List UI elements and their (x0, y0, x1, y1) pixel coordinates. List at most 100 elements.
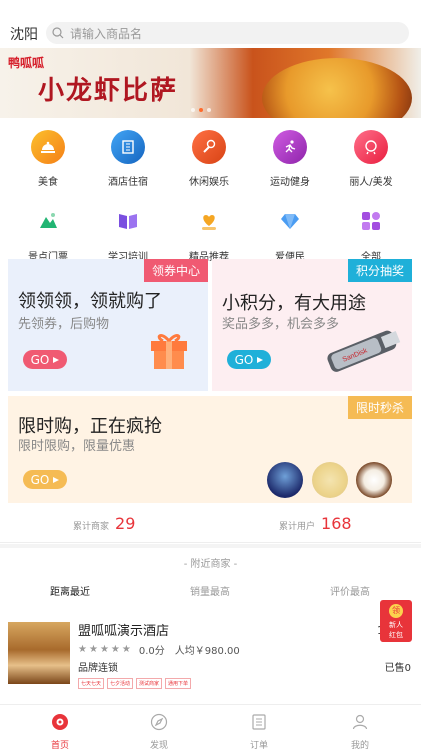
home-icon (52, 714, 68, 730)
food-icon (31, 130, 65, 164)
tab-label: 发现 (149, 741, 168, 749)
category-study[interactable]: 学习培训 (86, 204, 170, 263)
banner-pagination (191, 108, 211, 112)
coupon-title: 领领领，领就购了 (18, 291, 162, 312)
red-packet-line: 新人 (389, 621, 403, 629)
coupon-card[interactable]: 领券中心 领领领，领就购了 先领券，后购物 GO (8, 259, 208, 391)
flash-sale-tag: 限时秒杀 (347, 396, 412, 419)
scenic-icon (40, 213, 57, 228)
sort-sales-tab[interactable]: 销量最高 (190, 583, 230, 598)
merchants-stat: 累计商家 29 (73, 514, 135, 533)
business-name: 盟呱呱演示酒店 (78, 624, 170, 639)
star-icon: ★ (99, 644, 109, 655)
coupon-go-button[interactable]: GO (23, 350, 67, 369)
usb-drive-image: SanDisk (327, 330, 401, 372)
business-tags: 七天七天 七夕活动 测试商家 通用下单 (78, 678, 192, 689)
category-recommend[interactable]: 精品推荐 (167, 204, 251, 263)
order-icon (252, 714, 266, 730)
book-icon (119, 214, 137, 229)
tab-label: 订单 (249, 741, 268, 749)
list-item[interactable]: 盟呱呱演示酒店 11 ★ ★ ★ ★ ★ 0.0分 人均￥980.00 品牌连锁… (0, 610, 421, 690)
users-stat: 累计用户 168 (279, 514, 352, 533)
tab-label: 首页 (50, 741, 69, 749)
flash-sale-card[interactable]: 限时秒杀 限时购，正在疯抢 限时限购，限量优惠 GO (8, 396, 412, 503)
category-food[interactable]: 美食 (6, 130, 90, 188)
banner-dot-active[interactable] (199, 108, 203, 112)
flash-product-image[interactable] (312, 462, 348, 498)
play-icon (53, 476, 60, 483)
coin-icon: 领 (389, 604, 403, 618)
category-label: 运动健身 (270, 177, 310, 188)
star-icon: ★ (88, 644, 98, 655)
users-label: 累计用户 (279, 522, 316, 532)
category-all[interactable]: 全部 (329, 204, 413, 263)
heart-hand-icon (202, 215, 216, 230)
sort-rating-tab[interactable]: 评价最高 (330, 583, 370, 598)
rating-score: 0.0分 (138, 646, 165, 657)
section-divider (0, 544, 421, 548)
points-go-button[interactable]: GO (227, 350, 271, 369)
bottom-tab-bar: 首页 发现 订单 我的 (0, 704, 421, 749)
star-icon: ★ (110, 644, 120, 655)
rating-row: ★ ★ ★ ★ ★ 0.0分 人均￥980.00 (78, 642, 240, 657)
hotel-icon (111, 130, 145, 164)
diamond-heart-icon (281, 214, 299, 229)
user-icon (352, 714, 368, 730)
tab-orders[interactable]: 订单 (229, 713, 289, 749)
category-sports[interactable]: 运动健身 (248, 130, 332, 188)
tab-profile[interactable]: 我的 (330, 713, 390, 749)
category-label: 酒店住宿 (108, 177, 148, 188)
tab-discover[interactable]: 发现 (129, 713, 189, 749)
category-convenience[interactable]: 爱便民 (248, 204, 332, 263)
points-title: 小积分，有大用途 (222, 293, 366, 314)
new-user-red-packet[interactable]: 领 新人 红包 (380, 600, 412, 642)
category-hotel[interactable]: 酒店住宿 (86, 130, 170, 188)
promo-banner[interactable]: 鸭呱呱 小龙虾比萨 (0, 48, 421, 118)
banner-dot[interactable] (191, 108, 195, 112)
go-label: GO (234, 352, 254, 367)
pizza-image (262, 58, 412, 118)
flash-product-image[interactable] (356, 462, 392, 498)
tag-badge: 七夕活动 (107, 678, 134, 689)
flash-subtitle: 限时限购，限量优惠 (18, 439, 136, 454)
star-icon: ★ (121, 644, 131, 655)
go-label: GO (30, 472, 50, 487)
tag-badge: 测试商家 (136, 678, 163, 689)
compass-icon (150, 713, 168, 731)
banner-title: 小龙虾比萨 (38, 76, 179, 106)
brand-label: 品牌连锁 (78, 663, 118, 674)
points-lottery-tag: 积分抽奖 (347, 259, 412, 282)
sold-count: 已售0 (384, 663, 411, 674)
tag-badge: 七天七天 (78, 678, 105, 689)
search-input[interactable]: 请输入商品名 (46, 22, 409, 44)
beauty-icon (354, 130, 388, 164)
category-beauty[interactable]: 丽人/美发 (329, 130, 413, 188)
tag-badge: 通用下单 (165, 678, 192, 689)
sort-tabs: 距离最近 销量最高 评价最高 (0, 583, 421, 598)
category-label: 休闲娱乐 (189, 177, 229, 188)
tab-label: 我的 (350, 741, 369, 749)
grid-icon (362, 212, 380, 230)
go-label: GO (30, 352, 50, 367)
stats-bar: 累计商家 29 累计用户 168 (0, 505, 421, 543)
business-thumbnail (8, 622, 70, 684)
category-leisure[interactable]: 休闲娱乐 (167, 130, 251, 188)
play-icon (53, 356, 60, 363)
star-icon: ★ (78, 644, 87, 655)
play-icon (257, 356, 264, 363)
flash-product-image[interactable] (267, 462, 303, 498)
points-card[interactable]: 积分抽奖 小积分，有大用途 奖品多多，机会多多 GO SanDisk (212, 259, 412, 391)
merchants-value: 29 (115, 514, 136, 533)
banner-dot[interactable] (207, 108, 211, 112)
mic-icon (192, 130, 226, 164)
city-selector[interactable]: 沈阳 (10, 24, 38, 44)
category-scenic[interactable]: 景点门票 (6, 204, 90, 263)
gift-icon (151, 334, 187, 369)
flash-go-button[interactable]: GO (23, 470, 67, 489)
tab-home[interactable]: 首页 (30, 713, 90, 749)
run-icon (273, 130, 307, 164)
coupon-subtitle: 先领券，后购物 (18, 317, 110, 332)
red-packet-line: 红包 (389, 631, 403, 639)
sort-distance-tab[interactable]: 距离最近 (50, 583, 90, 598)
brand-logo: 鸭呱呱 (8, 56, 45, 70)
